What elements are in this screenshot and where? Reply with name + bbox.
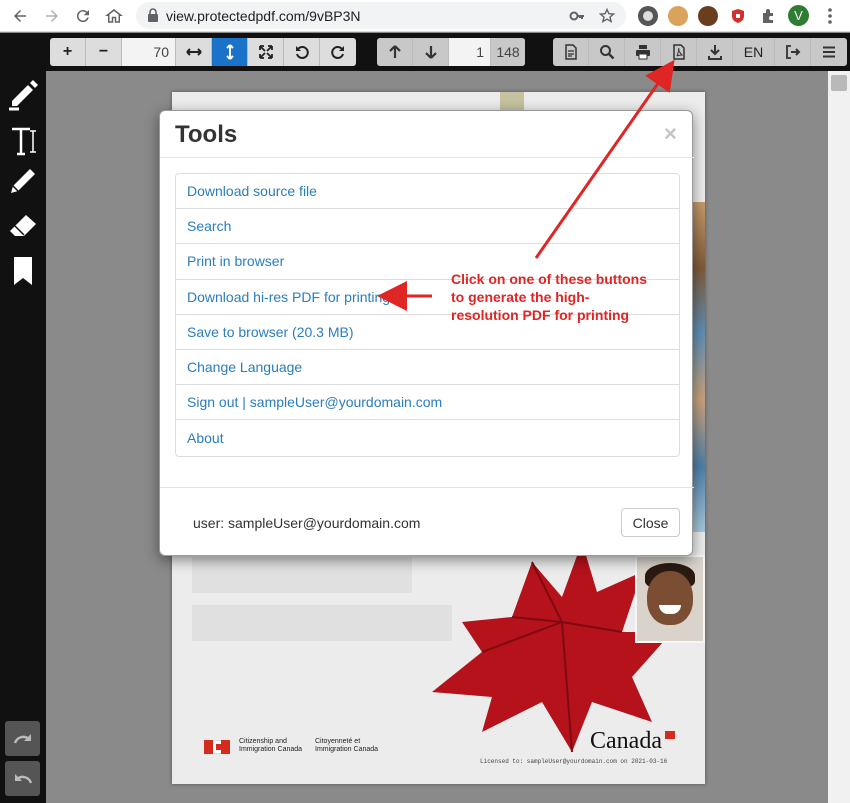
download-icon: [707, 45, 722, 60]
document-button[interactable]: [553, 38, 589, 66]
reload-button[interactable]: [71, 4, 95, 28]
zoom-in-button[interactable]: +: [50, 38, 86, 66]
forward-button[interactable]: [40, 4, 64, 28]
eraser-tool[interactable]: [5, 206, 41, 242]
total-pages: 148: [491, 38, 525, 66]
menu-button[interactable]: [811, 38, 847, 66]
download-button[interactable]: [697, 38, 733, 66]
wordmark-flag-icon: [665, 731, 675, 739]
address-bar[interactable]: view.protectedpdf.com/9vBP3N: [136, 2, 626, 29]
prev-page-button[interactable]: [377, 38, 413, 66]
canada-flag-icon: [204, 740, 231, 754]
tools-dialog: Tools × Download source file Search Prin…: [159, 110, 694, 556]
browser-chrome: view.protectedpdf.com/9vBP3N V: [0, 0, 850, 32]
lock-icon: [148, 8, 158, 22]
next-page-button[interactable]: [413, 38, 449, 66]
zoom-out-button[interactable]: −: [86, 38, 122, 66]
page-tab-decoration: [500, 92, 524, 112]
bookmark-tool[interactable]: [5, 253, 41, 289]
reload-icon: [76, 10, 89, 23]
pdf-file-icon: [672, 44, 685, 60]
eraser-icon: [10, 215, 36, 236]
annotation-sidebar: [0, 71, 46, 803]
puzzle-icon[interactable]: [758, 6, 778, 26]
close-button[interactable]: Close: [621, 508, 680, 537]
child-photo: [635, 555, 705, 643]
rotate-right-button[interactable]: [320, 38, 356, 66]
fit-height-icon: [225, 44, 234, 60]
print-button[interactable]: [625, 38, 661, 66]
expand-icon: [258, 45, 273, 59]
sign-out-icon: [785, 45, 800, 59]
tools-item-sign-out[interactable]: Sign out | sampleUser@yourdomain.com: [176, 385, 679, 421]
action-controls: EN: [553, 38, 847, 66]
arrow-up-icon: [388, 45, 401, 58]
redo-icon: [13, 733, 31, 743]
pencil-icon: [11, 169, 35, 193]
department-french: Citoyenneté et Immigration Canada: [315, 738, 379, 753]
tools-item-about[interactable]: About: [176, 420, 679, 455]
home-button[interactable]: [102, 4, 126, 28]
scrollbar-thumb[interactable]: [831, 75, 847, 91]
tools-item-change-language[interactable]: Change Language: [176, 350, 679, 386]
redo-button[interactable]: [5, 721, 40, 756]
cookie-dark-ext-icon[interactable]: [698, 6, 718, 26]
hamburger-icon: [823, 46, 835, 58]
arrow-left-icon: [14, 10, 26, 22]
dialog-footer-divider: [160, 487, 694, 488]
dialog-title: Tools: [175, 121, 238, 148]
annotation-text: Click on one of these buttons to generat…: [451, 271, 648, 323]
key-icon[interactable]: [569, 8, 585, 24]
license-watermark: Licensed to: sampleUser@yourdomain.com o…: [480, 758, 668, 765]
search-icon: [599, 45, 614, 60]
zoom-controls: + − 70: [50, 38, 356, 66]
page-controls: 1 148: [377, 38, 525, 66]
arrow-right-icon: [46, 10, 58, 22]
tools-item-download-source[interactable]: Download source file: [176, 174, 679, 210]
fit-width-icon: [185, 48, 202, 56]
circle-ext-icon[interactable]: [638, 6, 658, 26]
document-icon: [564, 44, 577, 60]
faded-background-shapes: [192, 557, 452, 641]
pdf-button[interactable]: [661, 38, 697, 66]
sign-out-button[interactable]: [775, 38, 811, 66]
arrow-down-icon: [424, 46, 437, 59]
home-icon: [105, 9, 123, 23]
rotate-right-icon: [331, 46, 344, 59]
url-text: view.protectedpdf.com/9vBP3N: [166, 8, 361, 24]
dialog-header-divider: [160, 157, 694, 158]
shield-ext-icon[interactable]: [728, 6, 748, 26]
fit-width-button[interactable]: [176, 38, 212, 66]
rotate-left-icon: [295, 46, 309, 59]
star-icon[interactable]: [599, 8, 615, 24]
scrollbar[interactable]: [828, 71, 850, 803]
canada-wordmark: Canada: [590, 728, 662, 754]
undo-button[interactable]: [5, 761, 40, 796]
pencil-tool[interactable]: [5, 163, 41, 199]
cookie-ext-icon[interactable]: [668, 6, 688, 26]
department-english: Citizenship and Immigration Canada: [239, 738, 303, 753]
text-cursor-icon: [12, 127, 36, 156]
zoom-input[interactable]: 70: [122, 38, 176, 66]
bookmark-icon: [14, 257, 32, 285]
fullscreen-button[interactable]: [248, 38, 284, 66]
tools-item-search[interactable]: Search: [176, 209, 679, 245]
text-tool[interactable]: [5, 123, 41, 159]
highlighter-tool[interactable]: [5, 76, 41, 112]
dialog-close-icon[interactable]: ×: [664, 121, 677, 147]
highlighter-icon: [9, 80, 38, 111]
kebab-menu-icon[interactable]: [822, 7, 838, 25]
page-number-input[interactable]: 1: [449, 38, 491, 66]
avatar[interactable]: V: [788, 5, 809, 26]
printer-icon: [635, 45, 650, 60]
rotate-left-button[interactable]: [284, 38, 320, 66]
user-label: user: sampleUser@yourdomain.com: [193, 515, 421, 531]
viewer-toolbar: + − 70 1 148 EN: [0, 33, 850, 71]
search-button[interactable]: [589, 38, 625, 66]
language-button[interactable]: EN: [733, 38, 775, 66]
fit-height-button[interactable]: [212, 38, 248, 66]
back-button[interactable]: [8, 4, 32, 28]
undo-icon: [14, 773, 32, 783]
